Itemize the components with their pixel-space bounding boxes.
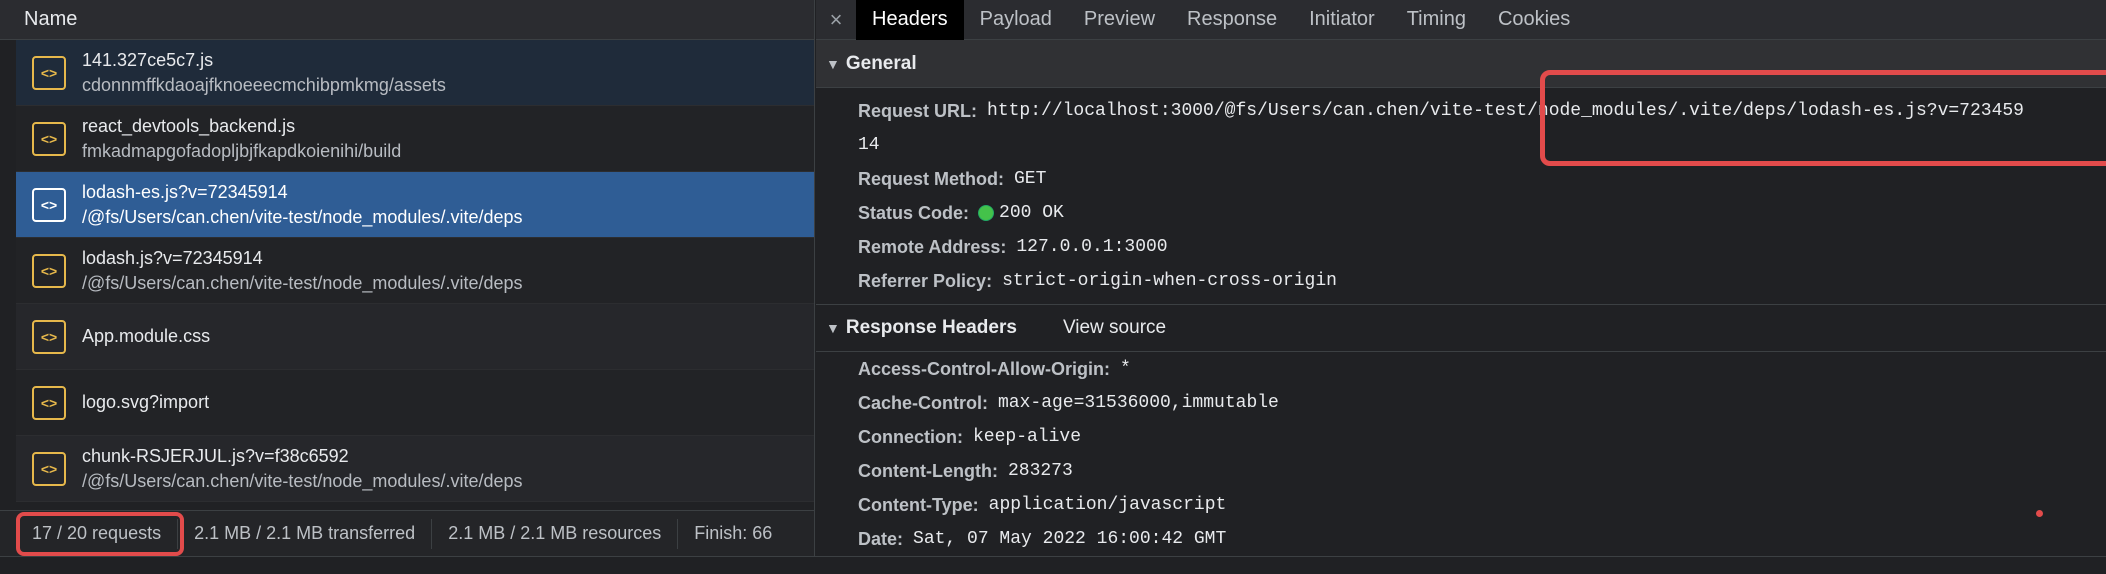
tab-timing[interactable]: Timing — [1391, 0, 1482, 40]
request-path: /@fs/Users/can.chen/vite-test/node_modul… — [82, 272, 523, 293]
request-row[interactable]: <> react_devtools_backend.js fmkadmapgof… — [16, 106, 814, 172]
request-path: /@fs/Users/can.chen/vite-test/node_modul… — [82, 470, 523, 491]
request-path: fmkadmapgofadopljbjfkapdkoienihi/build — [82, 140, 402, 161]
devtools-network-panel: Name <> 141.327ce5c7.js cdonnmffkdaoajfk… — [0, 0, 2106, 574]
remote-address-key: Remote Address: — [858, 236, 1007, 257]
view-source-link[interactable]: View source — [1063, 317, 1166, 339]
status-code-row: Status Code: 200 OK — [816, 196, 2106, 230]
request-url-wrap-row: 14 — [816, 128, 2106, 162]
request-details-pane: × Headers Payload Preview Response Initi… — [816, 0, 2106, 556]
response-headers-title: Response Headers — [845, 317, 1017, 338]
request-method-row: Request Method: GET — [816, 162, 2106, 196]
request-method-key: Request Method: — [858, 168, 1004, 189]
status-code-value: 200 OK — [999, 203, 1064, 223]
response-header-row: Access-Control-Allow-Origin: * — [816, 352, 2106, 386]
details-tabbar: × Headers Payload Preview Response Initi… — [816, 0, 2106, 40]
remote-address-value: 127.0.0.1:3000 — [1016, 237, 1168, 257]
network-summary-bar: 17 / 20 requests 2.1 MB / 2.1 MB transfe… — [0, 510, 814, 556]
response-header-row: Cache-Control: max-age=31536000,immutabl… — [816, 386, 2106, 420]
response-header-row: Connection: keep-alive — [816, 420, 2106, 454]
close-icon[interactable]: × — [816, 7, 856, 33]
name-column-label: Name — [24, 8, 78, 30]
request-name: App.module.css — [82, 326, 211, 347]
request-row[interactable]: <> chunk-RSJERJUL.js?v=f38c6592 /@fs/Use… — [16, 436, 814, 502]
script-file-icon: <> — [32, 451, 66, 486]
response-header-key: Date: — [858, 528, 904, 549]
general-section-header[interactable]: ▼ General — [816, 40, 2106, 88]
request-url-key: Request URL: — [858, 100, 978, 121]
requests-list: <> 141.327ce5c7.js cdonnmffkdaoajfknoeee… — [16, 40, 814, 502]
status-ok-icon — [979, 206, 994, 220]
request-row[interactable]: <> 141.327ce5c7.js cdonnmffkdaoajfknoeee… — [16, 40, 814, 106]
response-header-row: Content-Length: 283273 — [816, 454, 2106, 488]
request-row[interactable]: <> App.module.css — [16, 304, 814, 370]
response-header-row: Date: Sat, 07 May 2022 16:00:42 GMT — [816, 522, 2106, 556]
request-url-row: Request URL: http://localhost:3000/@fs/U… — [816, 94, 2106, 128]
response-header-row: Content-Type: application/javascript — [816, 488, 2106, 522]
status-code-key: Status Code: — [858, 202, 970, 223]
script-file-icon: <> — [32, 253, 66, 288]
general-title: General — [845, 52, 917, 74]
request-name: 141.327ce5c7.js — [82, 50, 214, 71]
name-column-header[interactable]: Name — [0, 0, 814, 40]
response-header-key: Access-Control-Allow-Origin: — [858, 358, 1111, 379]
tab-initiator[interactable]: Initiator — [1293, 0, 1391, 40]
response-header-value: max-age=31536000,immutable — [998, 393, 1279, 413]
headers-content: ▼ General Request URL: http://localhost:… — [816, 40, 2106, 556]
request-row[interactable]: <> logo.svg?import — [16, 370, 814, 436]
tab-response[interactable]: Response — [1171, 0, 1293, 40]
request-path: /@fs/Users/can.chen/vite-test/node_modul… — [82, 206, 523, 227]
response-headers-section-header[interactable]: ▼ Response Headers View source — [816, 304, 2106, 352]
response-header-key: Content-Type: — [858, 494, 979, 515]
referrer-policy-value: strict-origin-when-cross-origin — [1002, 271, 1337, 291]
triangle-down-icon: ▼ — [826, 320, 840, 336]
response-header-value: * — [1120, 359, 1131, 379]
script-file-icon: <> — [32, 187, 66, 222]
request-row-selected[interactable]: <> lodash-es.js?v=72345914 /@fs/Users/ca… — [16, 172, 814, 238]
triangle-down-icon: ▼ — [826, 55, 840, 72]
tab-headers[interactable]: Headers — [856, 0, 964, 40]
script-file-icon: <> — [32, 121, 66, 156]
script-file-icon: <> — [32, 385, 66, 420]
request-name: lodash.js?v=72345914 — [82, 248, 263, 269]
remote-address-row: Remote Address: 127.0.0.1:3000 — [816, 230, 2106, 264]
annotation-dot — [2036, 510, 2043, 517]
request-name: logo.svg?import — [82, 392, 210, 413]
transferred-size: 2.1 MB / 2.1 MB transferred — [178, 518, 433, 549]
response-header-key: Cache-Control: — [858, 392, 988, 413]
tab-preview[interactable]: Preview — [1068, 0, 1171, 40]
tab-cookies[interactable]: Cookies — [1482, 0, 1586, 40]
request-name: lodash-es.js?v=72345914 — [82, 182, 288, 203]
request-url-value-continued[interactable]: 14 — [858, 135, 880, 155]
request-row[interactable]: <> lodash.js?v=72345914 /@fs/Users/can.c… — [16, 238, 814, 304]
request-path: cdonnmffkdaoajfknoeeecmchibpmkmg/assets — [82, 74, 446, 95]
response-header-key: Content-Length: — [858, 460, 998, 481]
response-header-value: keep-alive — [973, 427, 1082, 447]
response-header-value: application/javascript — [988, 495, 1227, 515]
referrer-policy-key: Referrer Policy: — [858, 270, 993, 291]
requests-count: 17 / 20 requests — [16, 518, 179, 549]
request-url-value[interactable]: http://localhost:3000/@fs/Users/can.chen… — [987, 101, 2024, 121]
script-file-icon: <> — [32, 55, 66, 90]
tab-payload[interactable]: Payload — [964, 0, 1068, 40]
finish-time: Finish: 66 — [694, 523, 773, 543]
response-header-value: 283273 — [1007, 461, 1073, 481]
response-header-key: Connection: — [858, 426, 963, 447]
resources-size: 2.1 MB / 2.1 MB resources — [432, 518, 679, 549]
script-file-icon: <> — [32, 319, 66, 354]
response-header-value: Sat, 07 May 2022 16:00:42 GMT — [913, 529, 1227, 549]
requests-list-pane: Name <> 141.327ce5c7.js cdonnmffkdaoajfk… — [0, 0, 815, 556]
request-method-value: GET — [1014, 169, 1047, 189]
request-name: react_devtools_backend.js — [82, 116, 296, 137]
bottom-drawer-strip — [0, 556, 2106, 574]
request-name: chunk-RSJERJUL.js?v=f38c6592 — [82, 446, 349, 467]
referrer-policy-row: Referrer Policy: strict-origin-when-cros… — [816, 264, 2106, 298]
